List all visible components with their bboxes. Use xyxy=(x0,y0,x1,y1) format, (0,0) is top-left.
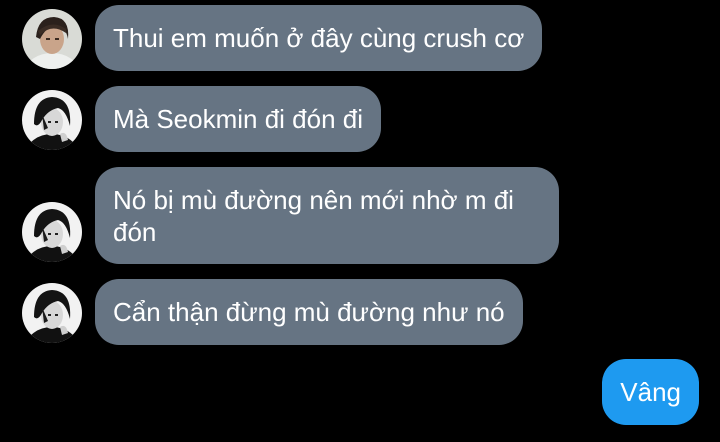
avatar-image xyxy=(22,90,82,150)
message-bubble-received[interactable]: Mà Seokmin đi đón đi xyxy=(95,86,382,152)
message-bubble-received[interactable]: Nó bị mù đường nên mới nhờ m đi đón xyxy=(95,167,559,264)
avatar-image xyxy=(22,202,82,262)
message-bubble-sent[interactable]: Vâng xyxy=(602,359,699,425)
message-text: Vâng xyxy=(620,377,681,407)
message-text: Thui em muốn ở đây cùng crush cơ xyxy=(113,23,525,53)
avatar[interactable] xyxy=(22,9,82,69)
message-text: Nó bị mù đường nên mới nhờ m đi đón xyxy=(113,185,514,247)
avatar[interactable] xyxy=(22,90,82,150)
message-text: Mà Seokmin đi đón đi xyxy=(113,104,364,134)
avatar[interactable] xyxy=(22,283,82,343)
avatar[interactable] xyxy=(22,202,82,262)
avatar-image xyxy=(22,9,82,69)
chat-thread: Thui em muốn ở đây cùng crush cơ Mà Seok… xyxy=(0,0,720,442)
avatar-image xyxy=(22,283,82,343)
message-bubble-received[interactable]: Thui em muốn ở đây cùng crush cơ xyxy=(95,5,543,71)
message-bubble-received[interactable]: Cẩn thận đừng mù đường như nó xyxy=(95,279,523,345)
message-text: Cẩn thận đừng mù đường như nó xyxy=(113,297,505,327)
